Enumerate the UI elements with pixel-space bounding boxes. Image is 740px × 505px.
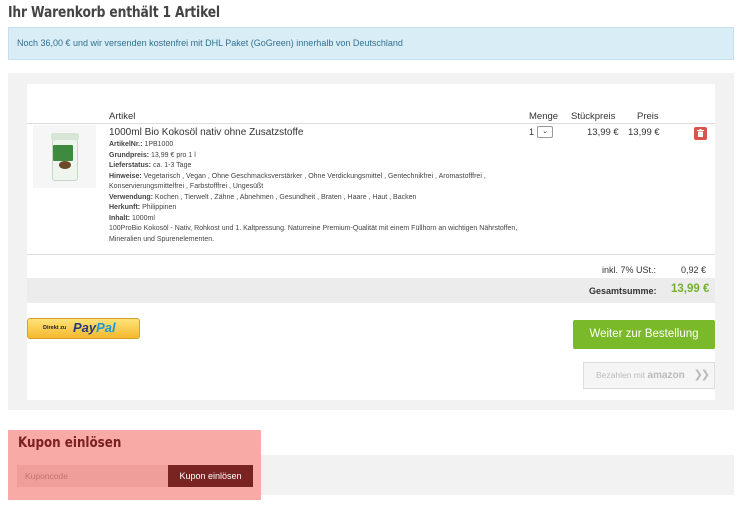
total-value: 13,99 €: [671, 283, 710, 295]
header-article: Artikel: [109, 111, 136, 122]
coupon-panel: Kupon einlösen Kupon einlösen: [8, 430, 261, 500]
total-label: Gesamtsumme:: [589, 286, 657, 296]
cart-table: Artikel Menge Stückpreis Preis 1000ml Bi…: [27, 84, 715, 400]
amazon-logo: amazon: [647, 370, 685, 381]
double-chevron-right-icon: ❯❯: [693, 369, 711, 381]
quantity-select[interactable]: ⌄: [537, 126, 553, 138]
total-row: Gesamtsumme: 13,99 €: [27, 278, 715, 303]
tax-label: inkl. 7% USt.:: [602, 265, 657, 275]
free-shipping-banner: Noch 36,00 € und wir versenden kostenfre…: [8, 27, 734, 60]
paypal-logo: PayPal: [73, 320, 116, 335]
chevron-down-icon: ⌄: [542, 128, 548, 135]
page-title: Ihr Warenkorb enthält 1 Artikel: [8, 3, 220, 21]
header-price: Preis: [637, 111, 659, 122]
unit-price: 13,99 €: [587, 127, 619, 138]
continue-to-order-button[interactable]: Weiter zur Bestellung: [573, 320, 715, 349]
paypal-checkout-button[interactable]: Direkt zu PayPal: [27, 318, 140, 339]
trash-icon: [697, 129, 704, 137]
coconut-oil-jar-icon: [51, 133, 79, 181]
header-unit-price: Stückpreis: [571, 111, 616, 122]
paypal-prefix: Direkt zu: [43, 325, 67, 331]
coupon-title: Kupon einlösen: [18, 435, 122, 451]
row-price: 13,99 €: [628, 127, 660, 138]
tax-value: 0,92 €: [681, 265, 707, 275]
product-details: ArtikelNr.: 1PB1000 Grundpreis: 13,99 € …: [109, 140, 529, 245]
header-quantity: Menge: [529, 111, 559, 122]
product-description: 100ProBio Kokosöl - Nativ, Rohkost und 1…: [109, 225, 518, 243]
quantity-value: 1: [529, 127, 535, 137]
delete-item-button[interactable]: [694, 127, 707, 140]
product-name[interactable]: 1000ml Bio Kokosöl nativ ohne Zusatzstof…: [109, 127, 303, 138]
row-divider: [27, 254, 715, 255]
header-divider: [27, 123, 715, 124]
cart-panel: Artikel Menge Stückpreis Preis 1000ml Bi…: [8, 73, 734, 410]
redeem-coupon-button[interactable]: Kupon einlösen: [168, 465, 253, 487]
product-image[interactable]: [33, 125, 96, 188]
coupon-code-input[interactable]: [17, 465, 168, 487]
amazon-pay-label: Bezahlen mit: [596, 370, 646, 380]
amazon-pay-button[interactable]: Bezahlen mit amazon ❯❯: [583, 362, 715, 389]
